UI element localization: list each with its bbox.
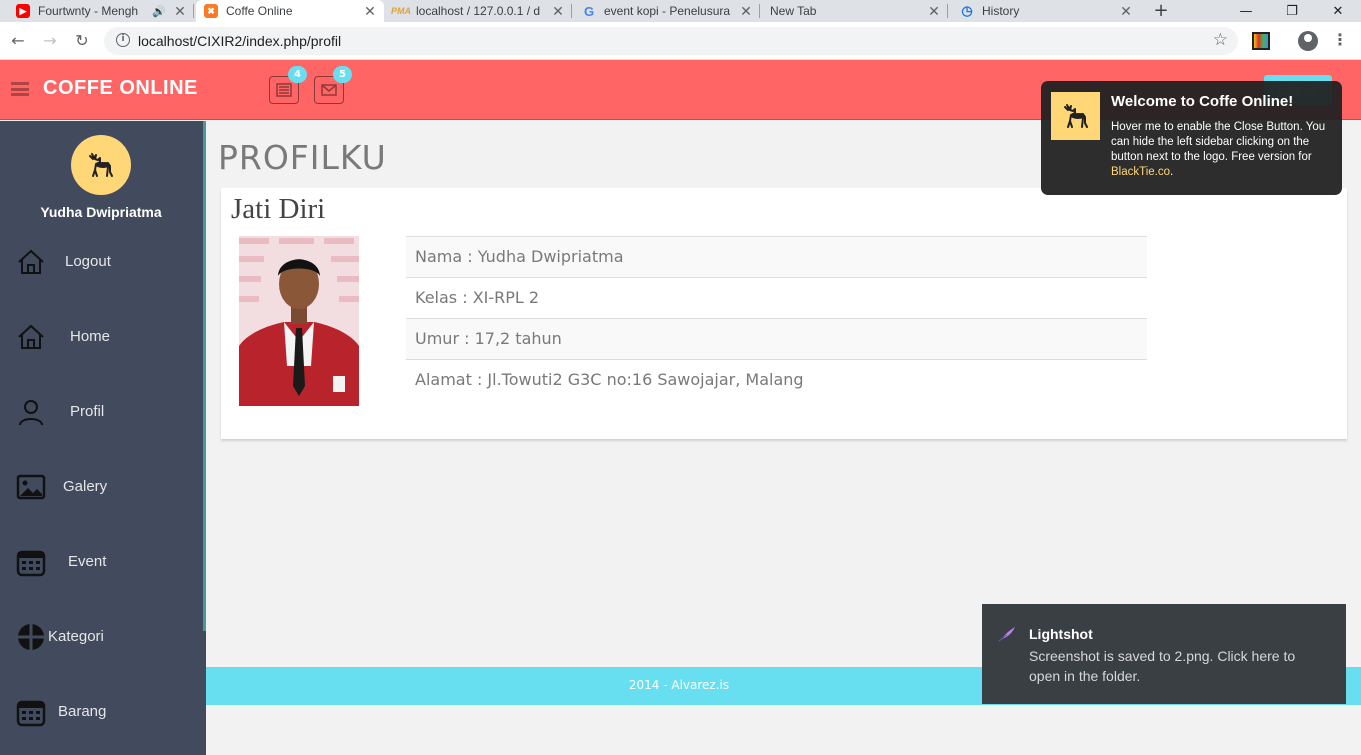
deer-icon [89,153,113,177]
profile-photo [239,236,359,406]
notification-title: Welcome to Coffe Online! [1111,93,1294,110]
speaker-icon[interactable]: 🔊 [152,5,166,18]
browser-tab-strip: ▶ Fourtwnty - Mengh 🔊 ✕ ✖ Coffe Online ✕… [0,0,1361,22]
close-tab-icon[interactable]: ✕ [738,3,754,20]
home-icon [18,249,44,274]
tasks-badge: 4 [288,66,307,83]
notification-image [1051,92,1100,140]
profile-row-kelas: Kelas : XI-RPL 2 [406,277,1147,318]
tab-phpmyadmin[interactable]: PMA localhost / 127.0.0.1 / d ✕ [386,0,572,22]
tab-youtube[interactable]: ▶ Fourtwnty - Mengh 🔊 ✕ [8,0,194,22]
home-icon [18,324,44,349]
avatar[interactable] [71,135,131,195]
sidebar-item-galery[interactable]: Galery [0,467,202,507]
sidebar-scroll-edge [203,121,206,631]
sidebar-username: Yudha Dwipriatma [40,204,162,220]
profile-row-nama: Nama : Yudha Dwipriatma [406,236,1147,277]
minimize-button[interactable]: — [1223,0,1269,22]
history-icon: ◷ [961,3,973,18]
image-icon [16,474,46,500]
tab-coffe-online[interactable]: ✖ Coffe Online ✕ [196,0,384,22]
sidebar: Yudha Dwipriatma Logout Home Profil Gale… [0,121,206,755]
youtube-icon: ▶ [16,4,30,18]
panel-title: Jati Diri [231,193,326,225]
page-title: PROFILKU [218,138,387,177]
profile-row-umur: Umur : 17,2 tahun [406,318,1147,359]
sidebar-item-profil[interactable]: Profil [0,392,202,432]
account-icon[interactable] [1298,31,1318,51]
user-icon [19,400,43,426]
profile-row-alamat: Alamat : Jl.Towuti2 G3C no:16 Sawojajar,… [406,359,1147,400]
close-tab-icon[interactable]: ✕ [926,3,942,20]
toast-title: Lightshot [1029,626,1093,642]
profile-panel: Jati Diri Nama : Yudha Dwipriatma Kelas … [221,188,1347,439]
reload-button[interactable]: ↻ [72,31,92,51]
toast-body[interactable]: Screenshot is saved to 2.png. Click here… [1029,646,1329,686]
sidebar-toggle-icon[interactable] [11,82,29,96]
back-button[interactable]: ← [8,31,28,51]
welcome-notification[interactable]: Welcome to Coffe Online! Hover me to ena… [1041,81,1342,195]
profile-info-table: Nama : Yudha Dwipriatma Kelas : XI-RPL 2… [406,236,1147,400]
browser-toolbar: ← → ↻ i localhost/CIXIR2/index.php/profi… [0,22,1361,60]
calendar-icon [16,700,46,727]
close-tab-icon[interactable]: ✕ [362,3,378,20]
deer-icon [1063,104,1088,128]
browser-menu-icon[interactable]: ⋮ [1332,30,1348,49]
calendar-icon [16,550,46,577]
feather-icon [998,627,1015,642]
lightshot-toast[interactable]: Lightshot Screenshot is saved to 2.png. … [982,604,1346,704]
url-text[interactable]: localhost/CIXIR2/index.php/profil [138,33,341,49]
restore-button[interactable]: ❐ [1269,0,1315,22]
address-bar[interactable]: i localhost/CIXIR2/index.php/profil ☆ [104,27,1238,55]
site-info-icon[interactable]: i [116,33,130,47]
mail-badge: 5 [333,66,352,83]
extension-icon[interactable] [1252,32,1270,50]
mail-icon [321,84,337,96]
close-tab-icon[interactable]: ✕ [172,3,188,20]
tasks-icon [276,83,292,97]
xampp-icon: ✖ [204,4,218,18]
tab-new-tab[interactable]: New Tab ✕ [762,0,948,22]
brand-logo[interactable]: COFFE ONLINE [43,77,198,100]
sidebar-item-home[interactable]: Home [0,317,202,357]
phpmyadmin-icon: PMA [391,6,411,16]
new-tab-button[interactable]: + [1150,0,1172,22]
tab-history[interactable]: ◷ History ✕ [952,0,1140,22]
close-tab-icon[interactable]: ✕ [550,3,566,20]
close-window-button[interactable]: ✕ [1315,0,1361,22]
blacktie-link[interactable]: BlackTie.co [1111,166,1170,178]
bookmark-star-icon[interactable]: ☆ [1213,30,1228,50]
tab-google[interactable]: G event kopi - Penelusura ✕ [574,0,760,22]
sidebar-item-kategori[interactable]: Kategori [0,617,202,657]
sidebar-item-logout[interactable]: Logout [0,242,202,282]
notification-body: Hover me to enable the Close Button. You… [1111,121,1326,178]
google-icon: G [583,3,595,19]
sidebar-item-barang[interactable]: Barang [0,692,202,732]
grid-icon [17,623,45,651]
sidebar-item-event[interactable]: Event [0,542,202,582]
forward-button[interactable]: → [40,31,60,51]
close-tab-icon[interactable]: ✕ [1118,3,1134,20]
